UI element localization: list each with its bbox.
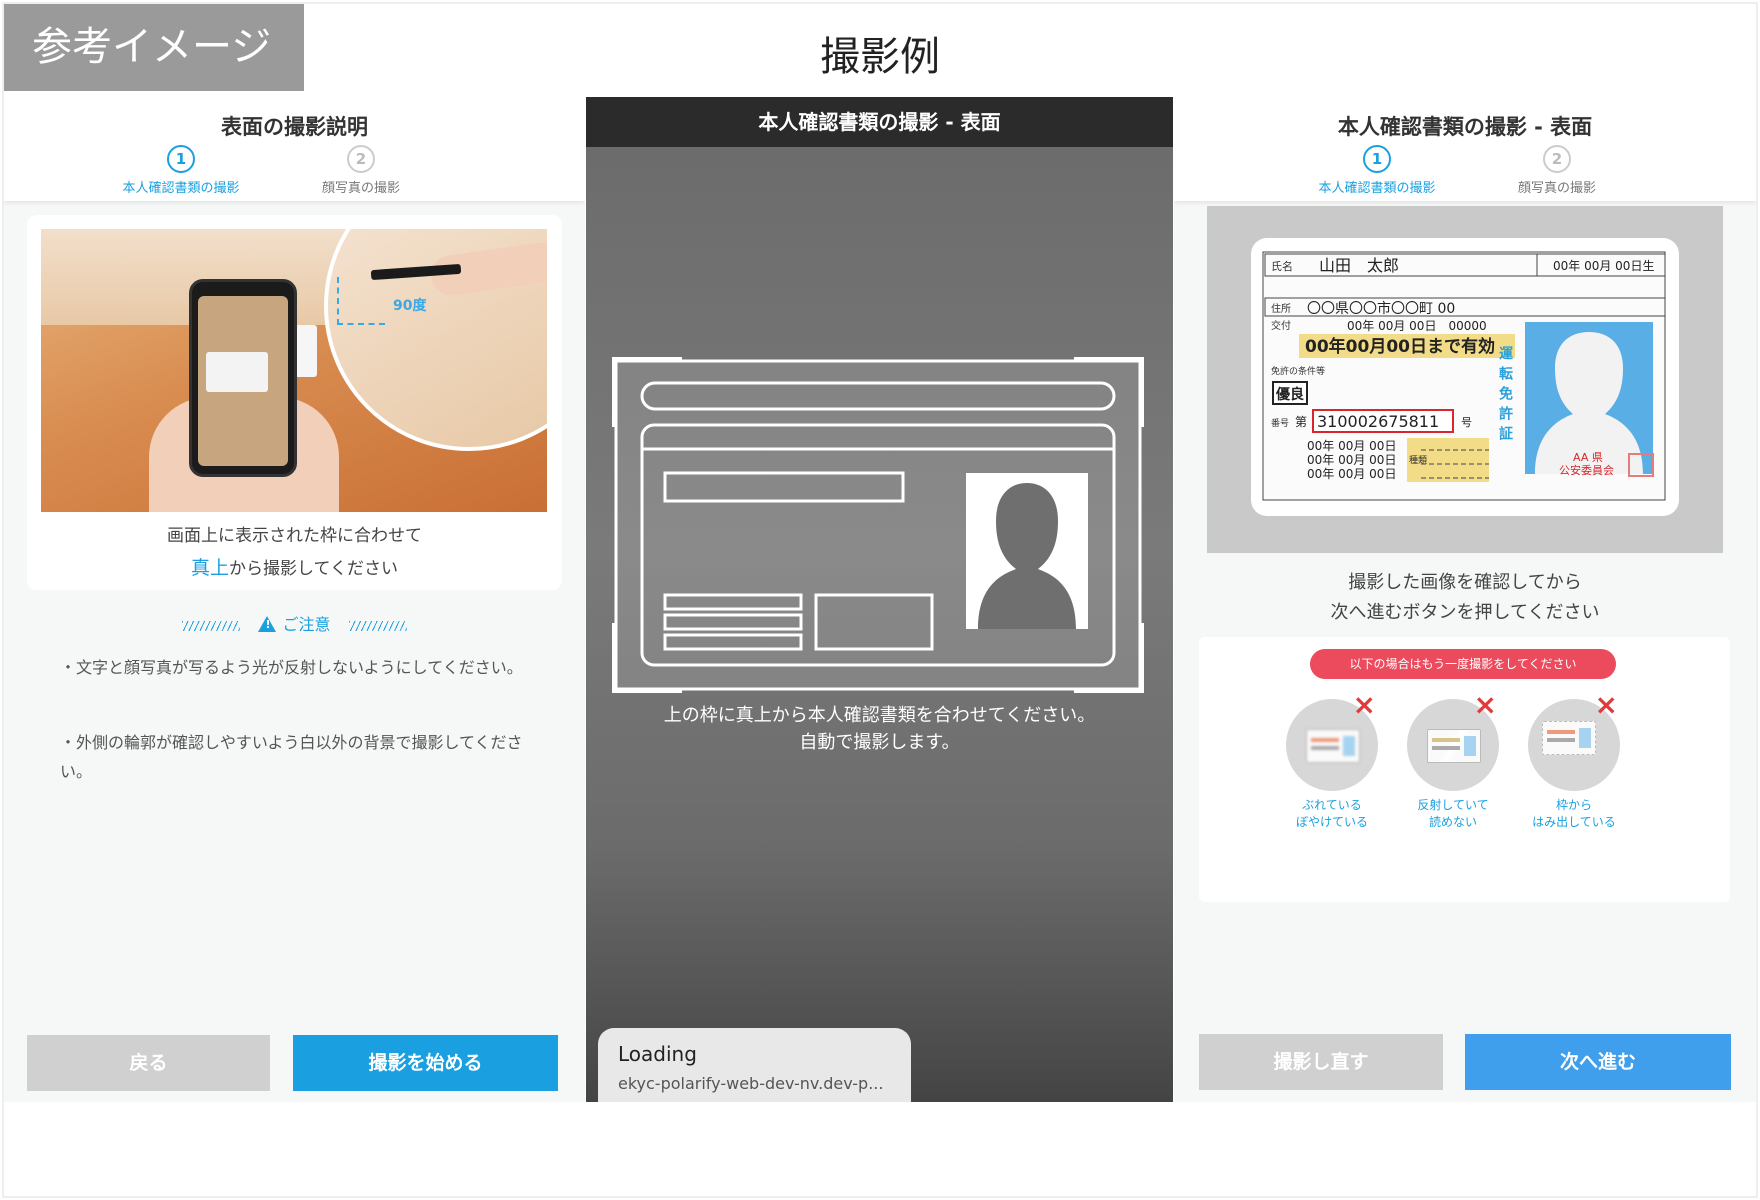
loading-toast: Loading ekyc-polarify-web-dev-nv.dev-p..… — [598, 1028, 911, 1102]
license-name: 山田 太郎 — [1319, 256, 1399, 275]
license-date-row-1: 00年 00月 00日 — [1307, 439, 1396, 453]
start-capture-button[interactable]: 撮影を始める — [293, 1035, 558, 1091]
instruction-emphasis: 真上 — [191, 557, 230, 579]
warning-icon — [258, 616, 277, 632]
note-1: ・文字と顔写真が写るよう光が反射しないようにしてください。 — [60, 658, 523, 677]
step-2: 2 顔写真の撮影 — [276, 145, 446, 196]
panel-header: 表面の撮影説明 1 本人確認書類の撮影 2 顔写真の撮影 — [4, 97, 585, 201]
confirm-panel: 本人確認書類の撮影 - 表面 1 本人確認書類の撮影 2 顔写真の撮影 氏名 山… — [1174, 97, 1756, 1102]
license-condition-label: 免許の条件等 — [1271, 365, 1325, 377]
hatch-decoration — [348, 620, 407, 631]
license-date-row-2: 00年 00月 00日 — [1307, 453, 1396, 467]
license-name-label: 氏名 — [1271, 259, 1293, 273]
step-1: 1 本人確認書類の撮影 — [96, 145, 266, 196]
id-card-guide-frame — [612, 357, 1144, 693]
camera-guide-text-1: 上の枠に真上から本人確認書類を合わせてください。 — [663, 705, 1096, 726]
step-label: 顔写真の撮影 — [321, 181, 400, 196]
reflection-card-icon — [1427, 729, 1481, 763]
out-of-frame-card-icon — [1542, 721, 1596, 755]
example-caption-1: 反射していて — [1417, 798, 1489, 812]
step-label: 顔写真の撮影 — [1517, 181, 1596, 196]
license-expiry: 00年00月00日まで有効 — [1305, 336, 1495, 357]
phone-id-preview — [206, 352, 268, 392]
license-card: 氏名 山田 太郎 00年 00月 00日生 住所 〇〇県〇〇市〇〇町 00 交付… — [1251, 238, 1679, 516]
instruction-line-1: 画面上に表示された枠に合わせて — [167, 526, 422, 546]
license-number-suffix: 号 — [1461, 416, 1472, 429]
confirm-text-2: 次へ進むボタンを押してください — [1330, 602, 1600, 623]
license-issue-label: 交付 — [1271, 319, 1291, 332]
license-issue: 00年 00月 00日 00000 — [1347, 319, 1487, 333]
angle-label: 90度 — [393, 298, 427, 314]
example-reflection: × 反射していて 読めない — [1393, 691, 1513, 831]
instruction-panel: 表面の撮影説明 1 本人確認書類の撮影 2 顔写真の撮影 90度 画面上に表示さ… — [4, 97, 585, 1102]
back-button[interactable]: 戻る — [27, 1035, 270, 1091]
loading-url: ekyc-polarify-web-dev-nv.dev-p... — [618, 1074, 884, 1093]
license-number-label: 番号 — [1271, 417, 1289, 429]
loading-title: Loading — [618, 1042, 697, 1066]
license-vertical-label: 運転免許証 — [1497, 346, 1513, 446]
step-number: 2 — [347, 145, 375, 173]
panel-header: 本人確認書類の撮影 - 表面 1 本人確認書類の撮影 2 顔写真の撮影 — [1174, 97, 1756, 201]
hatch-decoration — [182, 620, 241, 631]
license-number-prefix: 第 — [1295, 415, 1307, 429]
instruction-line-2: 真上から撮影してください — [27, 553, 562, 580]
step-label: 本人確認書類の撮影 — [122, 181, 240, 196]
angle-guide — [337, 277, 385, 325]
license-number: 310002675811 — [1317, 412, 1439, 431]
next-button[interactable]: 次へ進む — [1465, 1034, 1731, 1090]
step-label: 本人確認書類の撮影 — [1318, 181, 1436, 196]
cross-icon: × — [1594, 688, 1618, 721]
panel-title: 本人確認書類の撮影 - 表面 — [1337, 115, 1593, 139]
cross-icon: × — [1473, 688, 1497, 721]
step-1: 1 本人確認書類の撮影 — [1292, 145, 1462, 196]
phone-illustration — [189, 279, 297, 477]
notice-title: ご注意 — [282, 615, 331, 634]
license-address: 〇〇県〇〇市〇〇町 00 — [1307, 300, 1455, 317]
blurred-card-icon — [1306, 729, 1360, 763]
license-date-row-3: 00年 00月 00日 — [1307, 467, 1396, 481]
license-authority-1: AA 県 — [1573, 451, 1603, 464]
example-caption-1: ぶれている — [1302, 798, 1362, 812]
captured-license-image: 氏名 山田 太郎 00年 00月 00日生 住所 〇〇県〇〇市〇〇町 00 交付… — [1207, 206, 1723, 553]
note-2: ・外側の輪郭が確認しやすいよう白以外の背景で撮影してください。 — [60, 733, 523, 781]
step-2: 2 顔写真の撮影 — [1472, 145, 1642, 196]
example-bubble: × — [1286, 691, 1378, 791]
retake-button[interactable]: 撮影し直す — [1199, 1034, 1443, 1090]
main-title: 撮影例 — [820, 34, 940, 80]
license-authority-2: 公安委員会 — [1559, 463, 1614, 477]
retake-examples-card: 以下の場合はもう一度撮影をしてください × ぶれている ぼやけている × 反射し… — [1199, 637, 1730, 902]
example-blurred: × ぶれている ぼやけている — [1272, 691, 1392, 831]
example-bubble: × — [1528, 691, 1620, 791]
panel-title: 表面の撮影説明 — [221, 115, 368, 139]
retake-notice-badge: 以下の場合はもう一度撮影をしてください — [1310, 649, 1616, 679]
cross-icon: × — [1352, 688, 1376, 721]
step-number: 1 — [1363, 145, 1391, 173]
step-number: 1 — [167, 145, 195, 173]
instruction-photo: 90度 — [41, 229, 547, 512]
example-bubble: × — [1407, 691, 1499, 791]
camera-guide-text-2: 自動で撮影します。 — [799, 732, 960, 753]
example-caption-2: ぼやけている — [1295, 815, 1368, 829]
license-address-label: 住所 — [1271, 302, 1291, 315]
step-number: 2 — [1543, 145, 1571, 173]
instruction-rest: から撮影してください — [229, 559, 398, 579]
license-excellent: 優良 — [1275, 386, 1304, 403]
example-out-of-frame: × 枠から はみ出している — [1514, 691, 1634, 831]
example-caption-2: 読めない — [1428, 815, 1477, 829]
camera-panel: 本人確認書類の撮影 - 表面 上の枠に真上から本人確認書類を合わせてください。 … — [586, 97, 1173, 1102]
confirm-text-1: 撮影した画像を確認してから — [1348, 572, 1582, 593]
example-caption-2: はみ出している — [1532, 815, 1616, 829]
notice-heading: ご注意 — [4, 611, 585, 635]
license-birth: 00年 00月 00日生 — [1553, 259, 1654, 273]
camera-header: 本人確認書類の撮影 - 表面 — [586, 97, 1173, 147]
instruction-card: 90度 画面上に表示された枠に合わせて 真上から撮影してください — [27, 215, 562, 590]
example-caption-1: 枠から — [1555, 798, 1592, 812]
